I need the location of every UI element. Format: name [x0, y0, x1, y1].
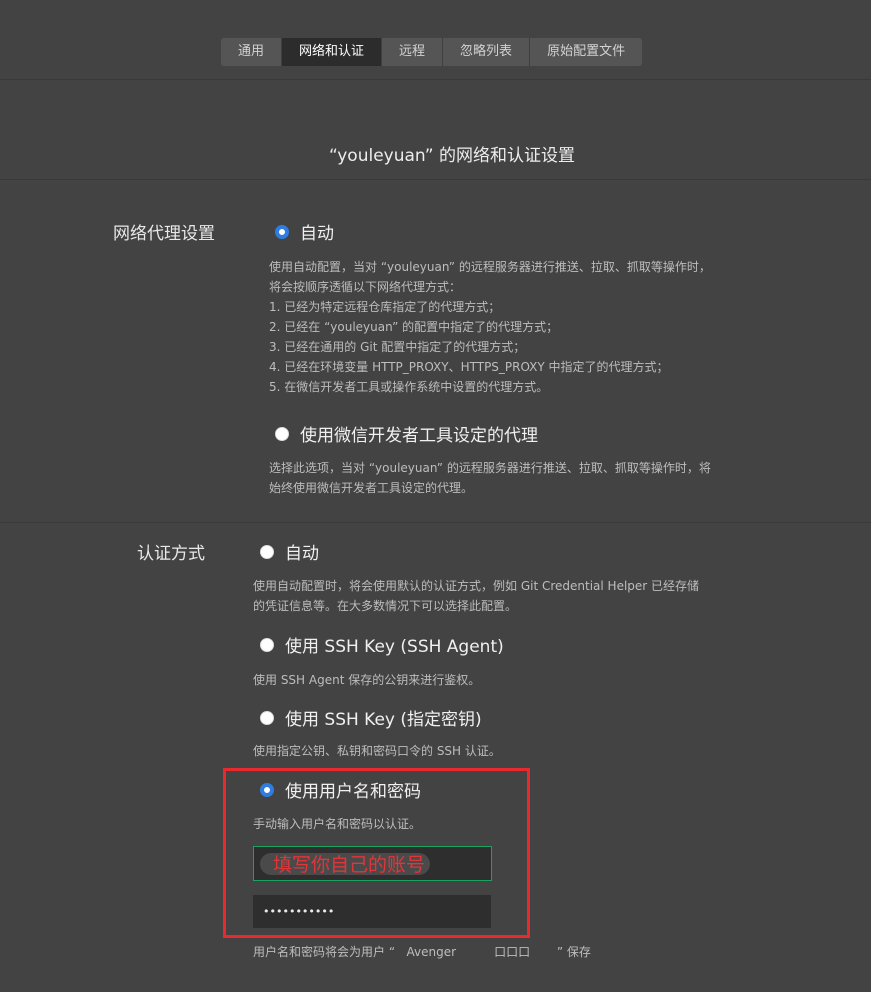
- auth-ssh-agent-description: 使用 SSH Agent 保存的公钥来进行鉴权。: [253, 673, 481, 687]
- tab-remote[interactable]: 远程: [382, 38, 444, 66]
- settings-tabs: 通用 网络和认证 远程 忽略列表 原始配置文件: [221, 38, 643, 66]
- radio-unselected-icon: [260, 710, 274, 725]
- proxy-wechat-radio[interactable]: 使用微信开发者工具设定的代理: [275, 421, 538, 446]
- divider: [0, 79, 871, 80]
- divider: [0, 522, 871, 523]
- radio-label: 自动: [300, 224, 334, 244]
- radio-selected-icon: [275, 224, 289, 239]
- tab-raw-config[interactable]: 原始配置文件: [530, 38, 642, 66]
- tab-network-auth[interactable]: 网络和认证: [282, 38, 383, 66]
- radio-unselected-icon: [275, 426, 289, 441]
- radio-label: 使用微信开发者工具设定的代理: [300, 426, 538, 446]
- radio-label: 使用 SSH Key (指定密钥): [285, 710, 482, 730]
- auth-ssh-key-description: 使用指定公钥、私钥和密码口令的 SSH 认证。: [253, 744, 501, 758]
- divider: [0, 179, 871, 180]
- auth-ssh-agent-radio[interactable]: 使用 SSH Key (SSH Agent): [260, 632, 504, 657]
- radio-label: 自动: [285, 544, 319, 564]
- tab-ignore-list[interactable]: 忽略列表: [443, 38, 531, 66]
- credential-save-note: 用户名和密码将会为用户 “ Avenger 口口口 ” 保存: [253, 945, 591, 959]
- proxy-wechat-description: 选择此选项，当对 “youleyuan” 的远程服务器进行推送、拉取、抓取等操作…: [269, 461, 711, 495]
- proxy-auto-radio[interactable]: 自动: [275, 219, 334, 244]
- radio-unselected-icon: [260, 544, 274, 559]
- auth-auto-radio[interactable]: 自动: [260, 539, 319, 564]
- proxy-auto-description: 使用自动配置，当对 “youleyuan” 的远程服务器进行推送、拉取、抓取等操…: [269, 260, 711, 394]
- git-settings-page: 通用 网络和认证 远程 忽略列表 原始配置文件 “youleyuan” 的网络和…: [0, 0, 871, 992]
- auth-section-label: 认证方式: [137, 544, 205, 564]
- auth-auto-description: 使用自动配置时，将会使用默认的认证方式，例如 Git Credential He…: [253, 579, 700, 613]
- annotation-highlight-box: [223, 768, 530, 938]
- page-title: “youleyuan” 的网络和认证设置: [329, 146, 575, 166]
- radio-unselected-icon: [260, 637, 274, 652]
- radio-label: 使用 SSH Key (SSH Agent): [285, 637, 504, 657]
- tab-general[interactable]: 通用: [221, 38, 283, 66]
- auth-ssh-key-radio[interactable]: 使用 SSH Key (指定密钥): [260, 705, 482, 730]
- proxy-section-label: 网络代理设置: [113, 224, 215, 244]
